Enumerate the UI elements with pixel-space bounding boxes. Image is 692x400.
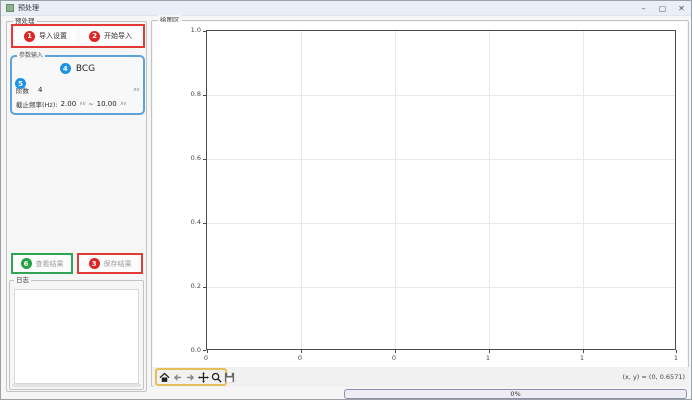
annotation-badge-2: 2 [89,31,100,42]
start-import-label: 开始导入 [104,31,132,41]
y-tick-mark [203,159,206,160]
parameter-input-panel: 参数输入 4 BCG 5 阶数 4 ∧∨ 截止频率(Hz): 2.00 ∧∨ ~… [10,55,145,115]
x-tick-mark [489,350,490,353]
x-tick-label: 1 [478,354,498,362]
x-tick-label: 1 [666,354,686,362]
zoom-icon[interactable] [211,372,222,383]
y-tick-mark [203,350,206,351]
order-spinbox[interactable]: 4 [38,86,42,94]
cutoff-low-spinner-arrows-icon[interactable]: ∧∨ [79,101,85,107]
forward-icon[interactable] [185,372,196,383]
x-tick-mark [395,350,396,353]
cutoff-separator: ~ [88,100,93,108]
y-tick-label: 0.0 [181,346,201,354]
gridline [583,31,584,349]
gridline [207,223,675,224]
y-tick-label: 1.0 [181,26,201,34]
save-icon[interactable] [224,372,235,383]
gridline [207,95,675,96]
y-tick-mark [203,31,206,32]
log-scrollbar[interactable] [12,384,141,387]
title-bar: 预处理 – ▢ ✕ [1,1,691,16]
view-result-label: 查看结果 [36,259,64,269]
close-button[interactable]: ✕ [672,1,691,15]
save-result-button[interactable]: 3 保存结果 [77,253,143,274]
x-tick-mark [676,350,677,353]
y-tick-mark [203,287,206,288]
pan-icon[interactable] [198,372,209,383]
gridline [207,159,675,160]
log-panel-label: 日志 [14,275,31,285]
import-settings-button[interactable]: 1 导入设置 [15,28,76,44]
y-tick-label: 0.6 [181,154,201,162]
signal-type-value: BCG [76,64,95,74]
import-settings-label: 导入设置 [39,31,67,41]
log-panel: 日志 [9,280,144,390]
save-result-label: 保存结果 [104,259,132,269]
annotation-badge-1: 1 [24,31,35,42]
x-tick-label: 0 [290,354,310,362]
y-tick-mark [203,95,206,96]
gridline [395,31,396,349]
y-tick-label: 0.4 [181,218,201,226]
minimize-button[interactable]: – [634,1,653,15]
annotation-badge-5: 5 [15,78,26,89]
annotation-badge-4: 4 [60,63,71,74]
app-icon [6,4,14,12]
back-icon[interactable] [172,372,183,383]
parameter-panel-label: 参数输入 [17,51,45,61]
cutoff-high-spinbox[interactable]: 10.00 [97,100,117,108]
app-window: { "window": { "title": "预处理", "minimize"… [0,0,692,400]
view-result-button[interactable]: 6 查看结果 [11,253,73,274]
y-tick-mark [203,223,206,224]
x-tick-mark [207,350,208,353]
maximize-button[interactable]: ▢ [653,1,672,15]
cutoff-low-spinbox[interactable]: 2.00 [61,100,77,108]
log-textarea[interactable] [14,289,139,384]
progress-bar: 0% [344,389,687,399]
import-buttons-highlight: 1 导入设置 2 开始导入 [11,24,145,48]
figure-canvas[interactable]: 1.0 0.8 0.6 0.4 0.2 0.0 0 0 0 1 1 1 [153,22,687,367]
home-icon[interactable] [159,372,170,383]
x-tick-mark [583,350,584,353]
annotation-badge-6: 6 [21,258,32,269]
plot-toolbar: (x, y) = (0, 0.6571) [153,367,689,387]
y-tick-label: 0.2 [181,282,201,290]
window-title: 预处理 [18,3,39,13]
signal-type-row[interactable]: 4 BCG [16,63,139,74]
cursor-coords-readout: (x, y) = (0, 0.6571) [622,373,685,381]
window-controls: – ▢ ✕ [634,1,691,15]
gridline [489,31,490,349]
x-tick-mark [301,350,302,353]
x-tick-label: 0 [196,354,216,362]
gridline [301,31,302,349]
toolbar-highlight [155,368,227,386]
start-import-button[interactable]: 2 开始导入 [80,28,141,44]
plot-axes[interactable] [206,30,676,350]
annotation-badge-3: 3 [89,258,100,269]
order-spinner-arrows-icon[interactable]: ∧∨ [133,87,139,93]
y-tick-label: 0.8 [181,90,201,98]
gridline [207,287,675,288]
cutoff-label: 截止频率(Hz): [16,99,58,109]
progress-label: 0% [510,390,520,398]
plot-area-panel: 绘图区 1.0 0.8 0.6 0.4 [151,20,689,387]
x-tick-label: 0 [384,354,404,362]
x-tick-label: 1 [572,354,592,362]
cutoff-high-spinner-arrows-icon[interactable]: ∧∨ [120,101,126,107]
